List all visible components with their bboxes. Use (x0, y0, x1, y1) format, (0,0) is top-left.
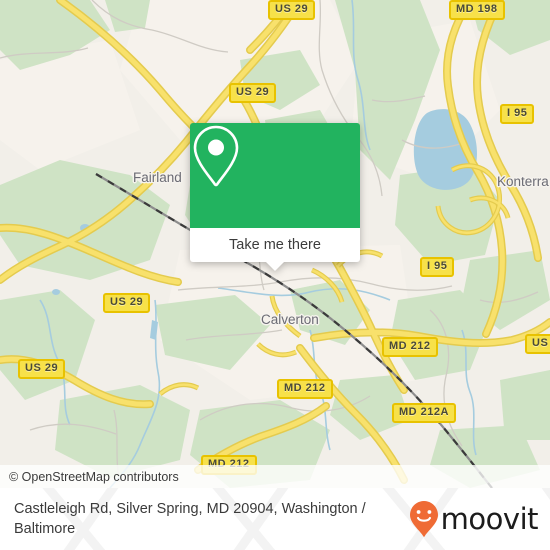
map-attribution: © OpenStreetMap contributors (0, 465, 550, 488)
footer-bar: Castleleigh Rd, Silver Spring, MD 20904,… (0, 488, 550, 550)
road-shield-us-29-top: US 29 (268, 0, 316, 20)
moovit-pin-smile-icon (409, 501, 438, 537)
road-shield-us-29-upper: US 29 (229, 83, 277, 103)
road-shield-us-29-left: US 29 (18, 359, 66, 379)
place-label-calverton: Calverton (261, 312, 319, 327)
road-shield-us-29-mid: US 29 (103, 293, 151, 313)
footer-content: Castleleigh Rd, Silver Spring, MD 20904,… (0, 488, 550, 550)
place-label-fairland: Fairland (133, 170, 182, 185)
road-shield-md-212-center: MD 212 (277, 379, 333, 399)
road-shield-i-95-mid: I 95 (420, 257, 455, 277)
moovit-map-screenshot: Fairland Konterra Calverton US 29 MD 198… (0, 0, 550, 550)
popup-action[interactable]: Take me there (190, 228, 360, 271)
moovit-wordmark: moovit (440, 501, 539, 536)
road-shield-md-212a: MD 212A (392, 403, 456, 423)
popup-header (190, 123, 360, 228)
road-shield-i-95-upper: I 95 (500, 104, 535, 124)
take-me-there-label: Take me there (229, 237, 321, 253)
road-shield-md-198: MD 198 (449, 0, 505, 20)
location-popup[interactable]: Take me there (190, 123, 360, 271)
road-shield-us-29-right: US 29 (525, 334, 550, 354)
place-label-konterra: Konterra (497, 174, 549, 189)
map-canvas[interactable]: Fairland Konterra Calverton US 29 MD 198… (0, 0, 550, 488)
popup-tail (266, 262, 284, 271)
address-label: Castleleigh Rd, Silver Spring, MD 20904,… (14, 501, 366, 537)
location-pin-icon (193, 125, 239, 187)
moovit-logo[interactable]: moovit (409, 500, 539, 538)
road-shield-md-212-right: MD 212 (382, 337, 438, 357)
osm-attribution-text: © OpenStreetMap contributors (9, 469, 179, 484)
